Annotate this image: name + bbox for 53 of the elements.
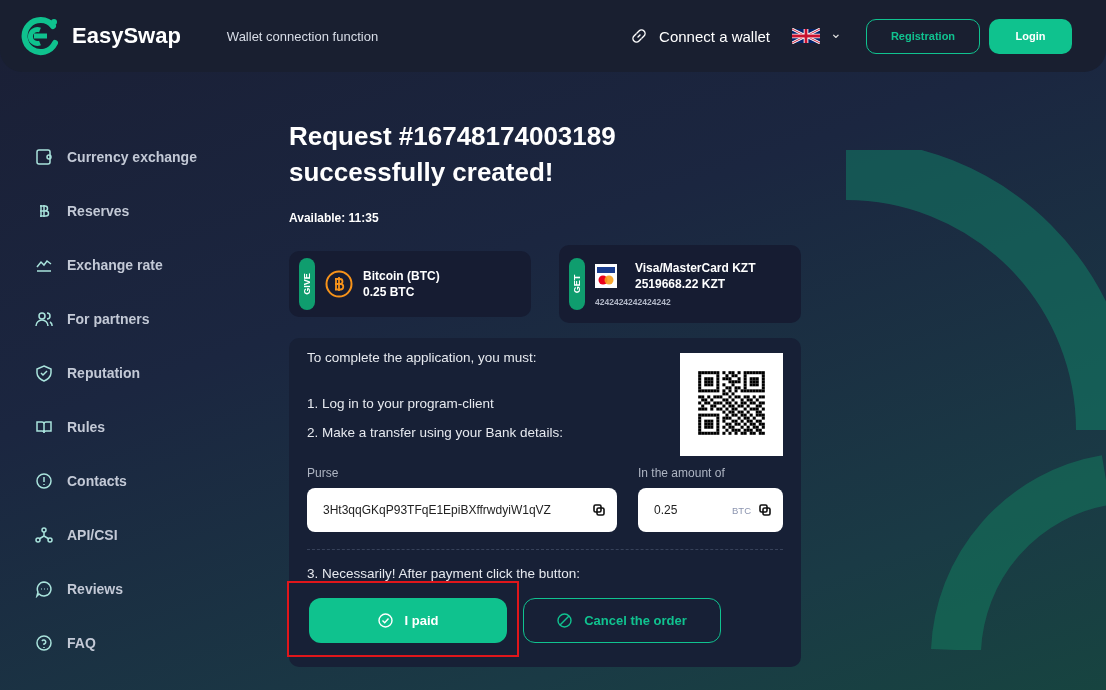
chat-bubble-icon: [35, 580, 53, 598]
question-circle-icon: [35, 634, 53, 652]
card-number: 4242424242424242: [595, 297, 672, 307]
registration-button[interactable]: Registration: [866, 18, 980, 54]
network-icon: [35, 526, 53, 544]
sidebar-item[interactable]: Exchange rate: [35, 238, 289, 292]
copy-icon[interactable]: [759, 504, 771, 516]
cancel-circle-icon: [557, 613, 573, 628]
wallet-icon: [35, 148, 53, 166]
book-icon: [35, 418, 53, 436]
give-tag: GIVE: [299, 258, 315, 310]
caret-icon[interactable]: ⌄: [830, 25, 842, 41]
purse-input[interactable]: 3Ht3qqGKqP93TFqE1EpiBXffrwdyiW1qVZ: [321, 502, 585, 518]
instruction-step: 1. Log in to your program-client: [307, 396, 563, 411]
purse-label: Purse: [307, 466, 340, 480]
sidebar-item[interactable]: Currency exchange: [35, 130, 289, 184]
instruction-text: To complete the application, you must:: [307, 350, 538, 365]
sidebar-item[interactable]: Reserves: [35, 184, 289, 238]
users-icon: [35, 310, 53, 328]
purse-field[interactable]: 3Ht3qqGKqP93TFqE1EpiBXffrwdyiW1qVZ: [307, 488, 617, 532]
sidebar-item[interactable]: FAQ: [35, 616, 289, 670]
instruction-step: 3. Necessarily! After payment click the button:: [307, 566, 783, 581]
currency-amount: 2519668.22 KZT: [635, 277, 727, 291]
get-tag: GET: [569, 258, 585, 310]
exclamation-circle-icon: [35, 472, 53, 490]
shield-check-icon: [35, 364, 53, 382]
bitcoin-icon: [325, 270, 353, 298]
tagline: Wallet connection function: [226, 28, 379, 44]
currency-unit: BTC: [732, 504, 751, 516]
amount-label: In the amount of: [638, 466, 726, 480]
logo-icon[interactable]: [20, 16, 60, 56]
link-icon[interactable]: [631, 28, 648, 44]
logo-text[interactable]: EasySwap: [72, 23, 181, 49]
sidebar-item[interactable]: Reputation: [35, 346, 289, 400]
instruction-step: 2. Make a transfer using your Bank details:: [307, 425, 563, 440]
request-title: Request #16748174003189 successfully created!: [289, 120, 617, 189]
amount-field[interactable]: 0.25 BTC: [638, 488, 783, 532]
sidebar-item[interactable]: Reviews: [35, 562, 289, 616]
sidebar-item[interactable]: API/CSI: [35, 508, 289, 562]
sidebar-item[interactable]: Rules: [35, 400, 289, 454]
sidebar-item[interactable]: Contacts: [35, 454, 289, 508]
currency-amount: 0.25 BTC: [363, 285, 416, 299]
currency-name: Visa/MasterCard KZT: [635, 261, 756, 275]
currency-name: Bitcoin (BTC): [363, 269, 440, 283]
copy-icon[interactable]: [593, 504, 605, 516]
cancel-order-button[interactable]: Cancel the order: [523, 598, 721, 643]
amount-input[interactable]: 0.25: [652, 502, 724, 518]
visa-mastercard-icon: [595, 264, 617, 288]
connect-wallet-link[interactable]: Connect a wallet: [659, 27, 770, 45]
uk-flag-icon[interactable]: [792, 28, 820, 44]
available-time: Available: 11:35: [289, 211, 380, 225]
sidebar-item[interactable]: For partners: [35, 292, 289, 346]
check-circle-icon: [377, 613, 393, 628]
